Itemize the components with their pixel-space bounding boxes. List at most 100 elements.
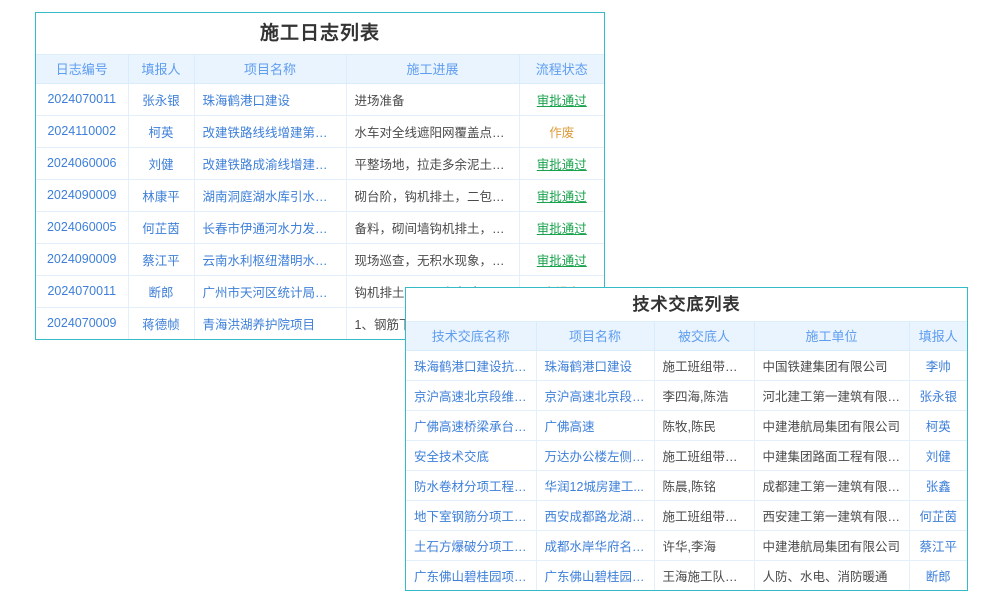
technical-disclosure-title: 技术交底列表 (406, 288, 967, 322)
log-id-link[interactable]: 2024110002 (36, 115, 128, 147)
log-filler-link[interactable]: 柯英 (128, 115, 194, 147)
disclosure-filler-link[interactable]: 李帅 (909, 350, 967, 380)
disclosure-column-header-2: 被交底人 (654, 322, 754, 350)
disclosure-project-link[interactable]: 广东佛山碧桂园项目 (536, 560, 654, 590)
disclosure-project-link[interactable]: 万达办公楼左侧A... (536, 440, 654, 470)
disclosure-unit-cell: 成都建工第一建筑有限责任公司 (754, 470, 909, 500)
table-row: 2024070011张永银珠海鹤港口建设进场准备审批通过 (36, 83, 604, 115)
disclosure-unit-cell: 人防、水电、消防暖通 (754, 560, 909, 590)
log-progress-cell: 进场准备 (346, 83, 519, 115)
disclosure-name-link[interactable]: 广佛高速桥梁承台施... (406, 410, 536, 440)
log-status-badge[interactable]: 审批通过 (519, 211, 604, 243)
disclosure-filler-link[interactable]: 何芷茵 (909, 500, 967, 530)
log-filler-link[interactable]: 断郎 (128, 275, 194, 307)
log-status-badge[interactable]: 作废 (519, 115, 604, 147)
log-project-link[interactable]: 改建铁路成渝线增建第二... (194, 147, 346, 179)
log-status-badge[interactable]: 审批通过 (519, 83, 604, 115)
log-status-badge[interactable]: 审批通过 (519, 243, 604, 275)
disclosure-person-cell: 施工班组带班... (654, 500, 754, 530)
log-status-badge[interactable]: 审批通过 (519, 147, 604, 179)
log-progress-cell: 现场巡查，无积水现象，水马... (346, 243, 519, 275)
log-id-link[interactable]: 2024070011 (36, 275, 128, 307)
table-row: 珠海鹤港口建设抗浮...珠海鹤港口建设施工班组带班...中国铁建集团有限公司李帅 (406, 350, 967, 380)
disclosure-unit-cell: 河北建工第一建筑有限责任公司 (754, 380, 909, 410)
disclosure-project-link[interactable]: 成都水岸华府名苑... (536, 530, 654, 560)
disclosure-column-header-4: 填报人 (909, 322, 967, 350)
disclosure-unit-cell: 中国铁建集团有限公司 (754, 350, 909, 380)
log-project-link[interactable]: 湖南洞庭湖水库引水工程... (194, 179, 346, 211)
log-id-link[interactable]: 2024060005 (36, 211, 128, 243)
log-filler-link[interactable]: 何芷茵 (128, 211, 194, 243)
disclosure-project-link[interactable]: 珠海鹤港口建设 (536, 350, 654, 380)
disclosure-unit-cell: 中建集团路面工程有限公司 (754, 440, 909, 470)
log-filler-link[interactable]: 林康平 (128, 179, 194, 211)
disclosure-name-link[interactable]: 安全技术交底 (406, 440, 536, 470)
table-row: 地下室钢筋分项工程...西安成都路龙湖上...施工班组带班...西安建工第一建筑… (406, 500, 967, 530)
technical-disclosure-header: 技术交底名称项目名称被交底人施工单位填报人 (406, 322, 967, 350)
disclosure-column-header-0: 技术交底名称 (406, 322, 536, 350)
table-row: 2024060006刘健改建铁路成渝线增建第二...平整场地，拉走多余泥土15辆… (36, 147, 604, 179)
log-column-header-4: 流程状态 (519, 55, 604, 83)
table-row: 安全技术交底万达办公楼左侧A...施工班组带班...中建集团路面工程有限公司刘健 (406, 440, 967, 470)
log-id-link[interactable]: 2024090009 (36, 179, 128, 211)
log-filler-link[interactable]: 蒋德帧 (128, 307, 194, 339)
table-row: 广东佛山碧桂园项目...广东佛山碧桂园项目王海施工队全队人防、水电、消防暖通断郎 (406, 560, 967, 590)
table-row: 京沪高速北京段维修...京沪高速北京段维修李四海,陈浩河北建工第一建筑有限责任公… (406, 380, 967, 410)
log-column-header-3: 施工进展 (346, 55, 519, 83)
disclosure-name-link[interactable]: 地下室钢筋分项工程... (406, 500, 536, 530)
disclosure-person-cell: 李四海,陈浩 (654, 380, 754, 410)
log-id-link[interactable]: 2024090009 (36, 243, 128, 275)
log-project-link[interactable]: 长春市伊通河水力发电厂... (194, 211, 346, 243)
disclosure-name-link[interactable]: 京沪高速北京段维修... (406, 380, 536, 410)
disclosure-person-cell: 王海施工队全队 (654, 560, 754, 590)
log-filler-link[interactable]: 刘健 (128, 147, 194, 179)
log-filler-link[interactable]: 张永银 (128, 83, 194, 115)
disclosure-filler-link[interactable]: 蔡江平 (909, 530, 967, 560)
disclosure-person-cell: 陈牧,陈民 (654, 410, 754, 440)
log-progress-cell: 平整场地，拉走多余泥土15辆... (346, 147, 519, 179)
disclosure-name-link[interactable]: 广东佛山碧桂园项目... (406, 560, 536, 590)
disclosure-filler-link[interactable]: 断郎 (909, 560, 967, 590)
disclosure-person-cell: 施工班组带班... (654, 440, 754, 470)
log-id-link[interactable]: 2024070009 (36, 307, 128, 339)
disclosure-column-header-1: 项目名称 (536, 322, 654, 350)
construction-log-title: 施工日志列表 (36, 13, 604, 55)
log-project-link[interactable]: 云南水利枢纽潜明水库—... (194, 243, 346, 275)
disclosure-project-link[interactable]: 西安成都路龙湖上... (536, 500, 654, 530)
disclosure-name-link[interactable]: 防水卷材分项工程施... (406, 470, 536, 500)
log-column-header-0: 日志编号 (36, 55, 128, 83)
disclosure-project-link[interactable]: 华润12城房建工... (536, 470, 654, 500)
table-row: 2024060005何芷茵长春市伊通河水力发电厂...备料，砌间墙钩机排土，瓦工… (36, 211, 604, 243)
log-filler-link[interactable]: 蔡江平 (128, 243, 194, 275)
log-id-link[interactable]: 2024070011 (36, 83, 128, 115)
log-project-link[interactable]: 改建铁路线线增建第二线直... (194, 115, 346, 147)
disclosure-unit-cell: 西安建工第一建筑有限责任公司 (754, 500, 909, 530)
disclosure-person-cell: 许华,李海 (654, 530, 754, 560)
log-project-link[interactable]: 珠海鹤港口建设 (194, 83, 346, 115)
log-status-badge[interactable]: 审批通过 (519, 179, 604, 211)
table-row: 2024090009蔡江平云南水利枢纽潜明水库—...现场巡查，无积水现象，水马… (36, 243, 604, 275)
technical-disclosure-panel: 技术交底列表 技术交底名称项目名称被交底人施工单位填报人 珠海鹤港口建设抗浮..… (405, 287, 968, 591)
disclosure-name-link[interactable]: 土石方爆破分项工程... (406, 530, 536, 560)
log-column-header-2: 项目名称 (194, 55, 346, 83)
disclosure-filler-link[interactable]: 柯英 (909, 410, 967, 440)
technical-disclosure-table: 技术交底名称项目名称被交底人施工单位填报人 珠海鹤港口建设抗浮...珠海鹤港口建… (406, 322, 967, 590)
table-row: 2024110002柯英改建铁路线线增建第二线直...水车对全线遮阳网覆盖点进行… (36, 115, 604, 147)
disclosure-column-header-3: 施工单位 (754, 322, 909, 350)
log-column-header-1: 填报人 (128, 55, 194, 83)
construction-log-header: 日志编号填报人项目名称施工进展流程状态 (36, 55, 604, 83)
disclosure-person-cell: 施工班组带班... (654, 350, 754, 380)
log-progress-cell: 水车对全线遮阳网覆盖点进行... (346, 115, 519, 147)
disclosure-person-cell: 陈晨,陈铭 (654, 470, 754, 500)
disclosure-unit-cell: 中建港航局集团有限公司 (754, 410, 909, 440)
disclosure-name-link[interactable]: 珠海鹤港口建设抗浮... (406, 350, 536, 380)
disclosure-filler-link[interactable]: 张鑫 (909, 470, 967, 500)
log-project-link[interactable]: 广州市天河区统计局机房... (194, 275, 346, 307)
log-id-link[interactable]: 2024060006 (36, 147, 128, 179)
disclosure-filler-link[interactable]: 刘健 (909, 440, 967, 470)
disclosure-filler-link[interactable]: 张永银 (909, 380, 967, 410)
log-progress-cell: 备料，砌间墙钩机排土，瓦工... (346, 211, 519, 243)
disclosure-project-link[interactable]: 广佛高速 (536, 410, 654, 440)
disclosure-project-link[interactable]: 京沪高速北京段维修 (536, 380, 654, 410)
log-project-link[interactable]: 青海洪湖养护院项目 (194, 307, 346, 339)
